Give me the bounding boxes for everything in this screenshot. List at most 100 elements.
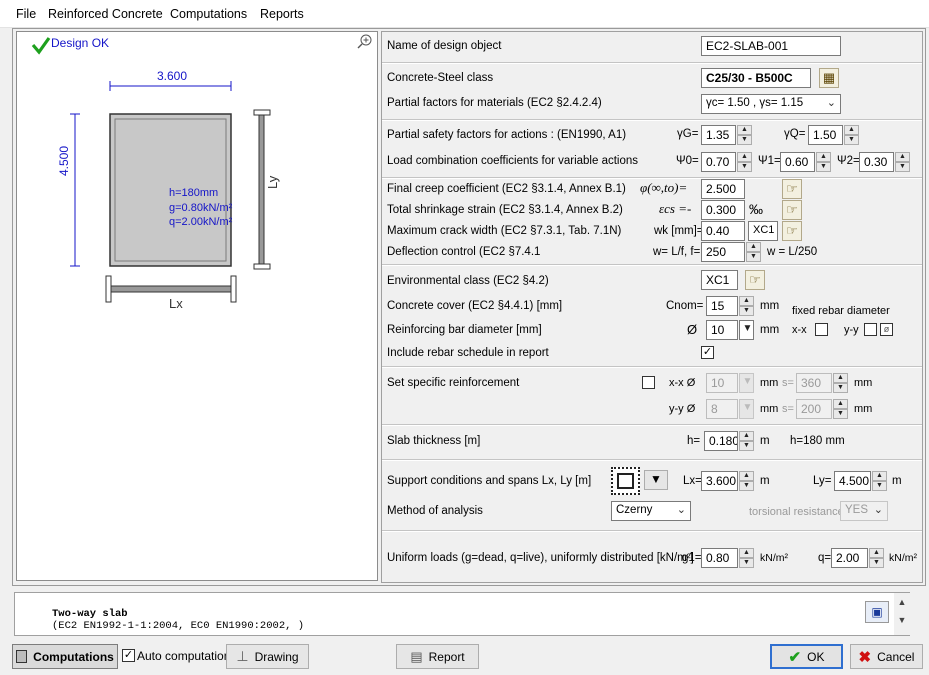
menu-reinforced-concrete[interactable]: Reinforced Concrete (48, 7, 163, 21)
bar-diameter-symbol: Ø (687, 322, 698, 337)
menu-file[interactable]: File (16, 7, 36, 21)
gamma-g-label: γG= (677, 128, 699, 140)
gamma-g-spinner[interactable]: ▲ ▼ (737, 125, 752, 145)
bar-diameter-dropdown[interactable]: ▼ (739, 320, 754, 340)
q-symbol: q= (818, 552, 832, 564)
method-select[interactable]: Czerny ⌄ (611, 501, 691, 521)
output-line-1: Two-way slab (52, 608, 128, 620)
g1-input[interactable]: 0.80 (701, 548, 738, 568)
spec-yy-dropdown[interactable]: ▼ (739, 399, 754, 419)
psi2-spinner[interactable]: ▲ ▼ (895, 152, 910, 172)
hand-pointer-icon[interactable]: ☞ (782, 179, 802, 199)
spec-sy-label: s= (782, 403, 794, 415)
parameters-panel: Name of design object EC2-SLAB-001 Concr… (381, 31, 923, 583)
separator (382, 459, 922, 461)
beam-lx-label: Lx (169, 296, 183, 311)
menu-reports[interactable]: Reports (260, 7, 304, 21)
thickness-result: h=180 mm (790, 435, 845, 447)
auto-computation-checkbox[interactable]: ✓ (122, 649, 135, 662)
cover-spinner[interactable]: ▲ ▼ (739, 296, 754, 316)
fixed-xx-checkbox[interactable] (815, 323, 828, 336)
diameter-icon[interactable]: ø (880, 323, 893, 336)
shrinkage-input[interactable]: 0.300 (701, 200, 745, 220)
spec-xx-unit: mm (760, 377, 779, 389)
name-input[interactable]: EC2-SLAB-001 (701, 36, 841, 56)
computations-button[interactable]: Computations (12, 644, 118, 669)
gamma-g-input[interactable]: 1.35 (701, 125, 736, 145)
spec-xx-input[interactable]: 10 (706, 373, 738, 393)
bar-diameter-label: Reinforcing bar diameter [mm] (387, 324, 542, 336)
specific-reinforcement-checkbox[interactable] (642, 376, 655, 389)
ly-spinner[interactable]: ▲ ▼ (872, 471, 887, 491)
bar-diameter-input[interactable]: 10 (706, 320, 738, 340)
report-button[interactable]: ▤ Report (396, 644, 479, 669)
materials-icon[interactable]: ▦ (819, 68, 839, 88)
spec-xx-dropdown[interactable]: ▼ (739, 373, 754, 393)
gamma-q-spinner[interactable]: ▲ ▼ (844, 125, 859, 145)
crack-exposure-field[interactable]: XC1 (748, 221, 778, 241)
q-input[interactable]: 2.00 (831, 548, 868, 568)
lx-input[interactable]: 3.600 (701, 471, 738, 491)
deflection-input[interactable]: 250 (701, 242, 745, 262)
environmental-class-field[interactable]: XC1 (701, 270, 738, 290)
spec-sx-spinner[interactable]: ▲ ▼ (833, 373, 848, 393)
spec-xx-label: x-x Ø (669, 377, 696, 389)
fixed-diameter-label: fixed rebar diameter (792, 305, 890, 317)
concrete-class-field[interactable]: C25/30 - B500C (701, 68, 811, 88)
thickness-symbol: h= (687, 435, 701, 447)
spec-sy-input[interactable]: 200 (796, 399, 832, 419)
hand-pointer-icon[interactable]: ☞ (782, 221, 802, 241)
deflection-result: w = L/250 (767, 246, 818, 258)
psi2-input[interactable]: 0.30 (859, 152, 894, 172)
gamma-q-input[interactable]: 1.50 (808, 125, 843, 145)
lx-symbol: Lx= (683, 475, 702, 487)
drawing-button[interactable]: ⊥ Drawing (226, 644, 309, 669)
ok-button[interactable]: ✔ OK (770, 644, 843, 669)
g1-spinner[interactable]: ▲ ▼ (739, 548, 754, 568)
separator (382, 62, 922, 64)
chevron-down-icon: ⌄ (873, 504, 883, 516)
cancel-button[interactable]: ✖ Cancel (850, 644, 923, 669)
spec-sy-spinner[interactable]: ▲ ▼ (833, 399, 848, 419)
thickness-spinner[interactable]: ▲ ▼ (739, 431, 754, 451)
hand-pointer-icon[interactable]: ☞ (782, 200, 802, 220)
psi0-spinner[interactable]: ▲ ▼ (737, 152, 752, 172)
torsion-select[interactable]: YES ⌄ (840, 501, 888, 521)
specific-reinforcement-label: Set specific reinforcement (387, 377, 520, 389)
method-value: Czerny (616, 504, 653, 516)
print-output-icon[interactable]: ▣ (865, 601, 889, 623)
partial-factors-materials-value: γc= 1.50 , γs= 1.15 (706, 97, 804, 109)
support-type-dropdown[interactable]: ▼ (644, 470, 668, 490)
psi1-input[interactable]: 0.60 (780, 152, 815, 172)
schedule-checkbox[interactable]: ✓ (701, 346, 714, 359)
close-icon: ✖ (858, 648, 872, 666)
creep-input[interactable]: 2.500 (701, 179, 745, 199)
lx-spinner[interactable]: ▲ ▼ (739, 471, 754, 491)
ly-input[interactable]: 4.500 (834, 471, 871, 491)
spec-yy-input[interactable]: 8 (706, 399, 738, 419)
partial-factors-materials-select[interactable]: γc= 1.50 , γs= 1.15 ⌄ (701, 94, 841, 114)
load-info-h: h=180mm (169, 187, 219, 199)
output-text-area[interactable]: Two-way slab (EC2 EN1992-1-1:2004, EC0 E… (14, 592, 910, 636)
spec-sx-unit: mm (854, 377, 873, 389)
shrinkage-label: Total shrinkage strain (EC2 §3.1.4, Anne… (387, 204, 623, 216)
crack-width-input[interactable]: 0.40 (701, 221, 745, 241)
torsion-label: torsional resistance (749, 506, 844, 518)
psi1-spinner[interactable]: ▲ ▼ (816, 152, 831, 172)
deflection-spinner[interactable]: ▲ ▼ (746, 242, 761, 262)
menu-computations[interactable]: Computations (170, 7, 247, 21)
output-scrollbar[interactable]: ▲ ▼ (894, 593, 910, 635)
thickness-input[interactable]: 0.180 (704, 431, 738, 451)
psi0-input[interactable]: 0.70 (701, 152, 736, 172)
design-status: Design OK (51, 36, 110, 50)
cover-input[interactable]: 15 (706, 296, 738, 316)
load-info-g: g=0.80kN/m² (169, 201, 233, 214)
support-type-icon[interactable] (611, 467, 640, 495)
separator (382, 119, 922, 121)
fixed-yy-checkbox[interactable] (864, 323, 877, 336)
separator (382, 530, 922, 532)
g1-symbol: g1= (682, 552, 702, 564)
spec-sx-input[interactable]: 360 (796, 373, 832, 393)
hand-pointer-icon[interactable]: ☞ (745, 270, 765, 290)
q-spinner[interactable]: ▲ ▼ (869, 548, 884, 568)
